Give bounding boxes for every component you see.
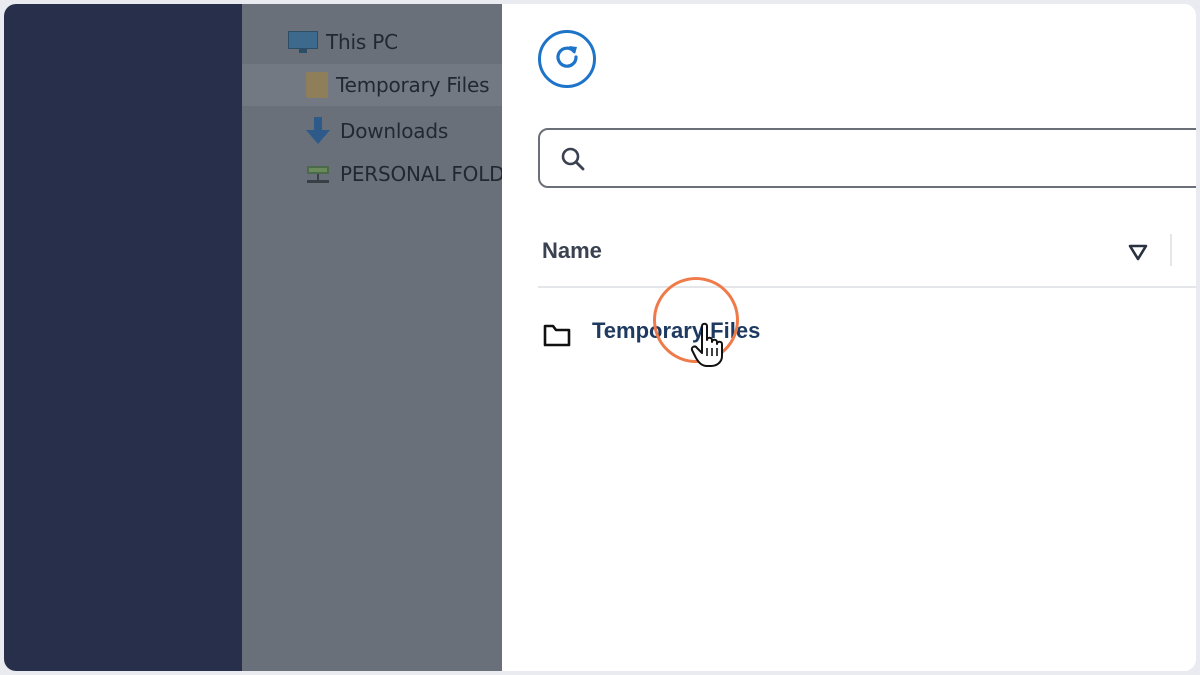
search-icon [560, 146, 586, 177]
tree-item-personal-folder[interactable]: PERSONAL FOLD [304, 160, 502, 188]
sort-down-icon[interactable] [1126, 240, 1150, 269]
file-list-panel: Name Temporary Files [502, 4, 1196, 671]
computer-icon [288, 31, 318, 53]
folder-outline-icon [542, 322, 572, 353]
column-header-row: Name [538, 230, 1196, 288]
tree-item-label: This PC [326, 30, 398, 54]
tree-item-label: Temporary Files [336, 73, 490, 97]
download-arrow-icon [304, 116, 332, 146]
left-navigation-rail [4, 4, 242, 671]
app-window: This PC Temporary Files Downloads PERSON… [4, 4, 1196, 671]
file-name-link[interactable]: Temporary Files [592, 318, 760, 344]
tree-item-this-pc[interactable]: This PC [288, 30, 398, 54]
tree-item-temporary-files[interactable]: Temporary Files [306, 72, 490, 98]
column-header-name[interactable]: Name [542, 238, 602, 264]
network-drive-icon [304, 160, 332, 188]
folder-icon [306, 72, 328, 98]
search-box[interactable] [538, 128, 1196, 188]
column-divider[interactable] [1170, 234, 1172, 266]
tree-item-downloads[interactable]: Downloads [304, 116, 448, 146]
tree-item-label: Downloads [340, 119, 449, 143]
refresh-icon [552, 42, 582, 77]
file-explorer-tree: This PC Temporary Files Downloads PERSON… [242, 4, 502, 671]
search-input[interactable] [596, 140, 1180, 178]
refresh-button[interactable] [538, 30, 596, 88]
tree-item-label: PERSONAL FOLD [340, 162, 502, 186]
table-row[interactable]: Temporary Files [538, 310, 1178, 354]
